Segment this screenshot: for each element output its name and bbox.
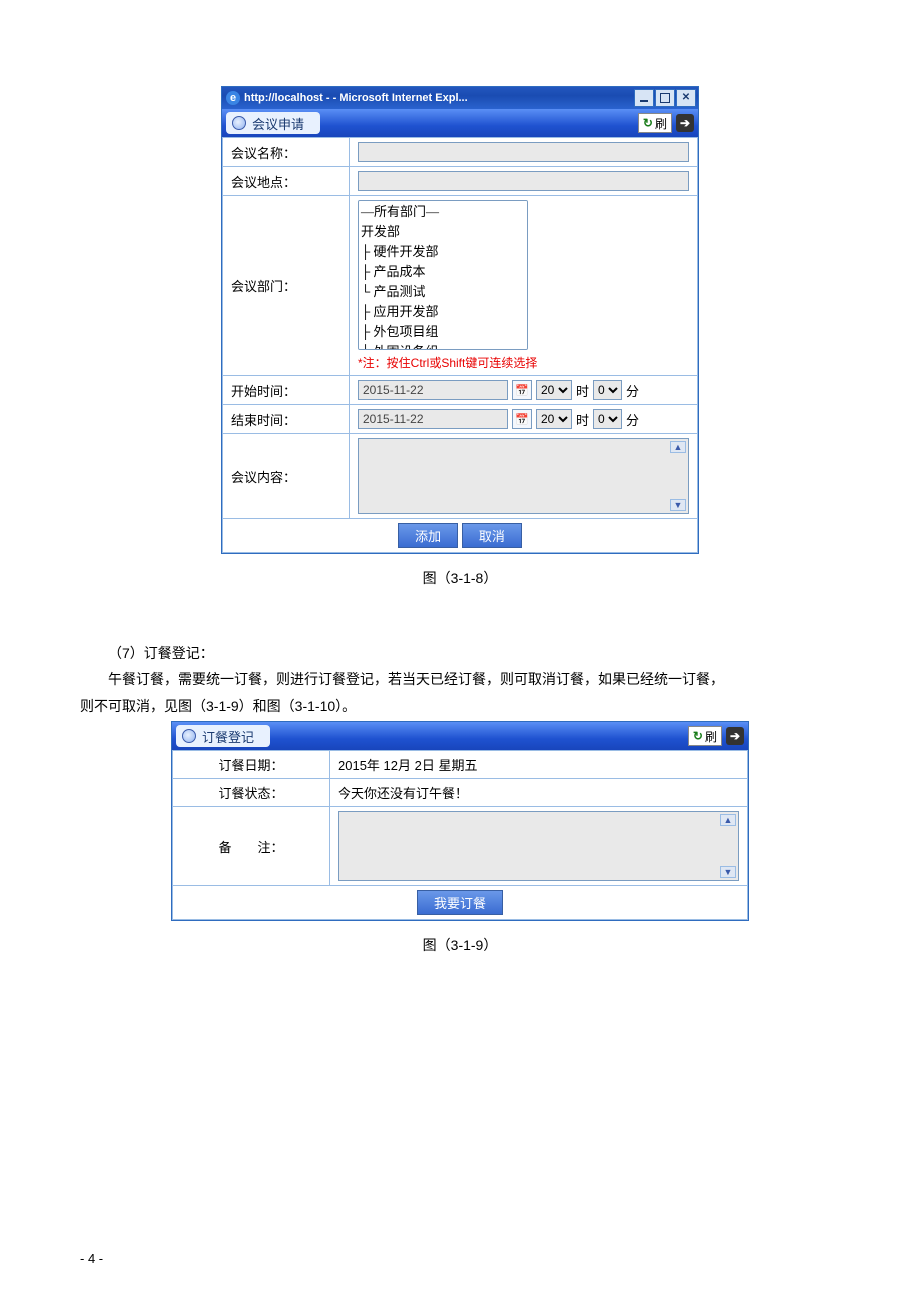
label-meeting-content: 会议内容： [223, 434, 350, 519]
ie-window: e http://localhost - - Microsoft Interne… [221, 86, 699, 554]
close-arrow-icon: ➔ [680, 116, 690, 130]
label-meal-date: 订餐日期： [173, 751, 330, 779]
module-tab[interactable]: 会议申请 [226, 112, 320, 134]
section-heading: （7）订餐登记： [80, 642, 840, 664]
ie-titlebar[interactable]: e http://localhost - - Microsoft Interne… [222, 87, 698, 109]
globe-icon [182, 729, 196, 743]
scroll-up-icon[interactable]: ▲ [670, 441, 686, 453]
meeting-name-input[interactable] [358, 142, 689, 162]
minute-unit: 分 [626, 410, 639, 429]
minute-unit: 分 [626, 381, 639, 400]
document-page: e http://localhost - - Microsoft Interne… [0, 0, 920, 1302]
cancel-button[interactable]: 取消 [462, 523, 522, 548]
dept-option[interactable]: └ 产品测试 [359, 281, 527, 301]
module-tab[interactable]: 订餐登记 [176, 725, 270, 747]
minimize-button[interactable] [634, 89, 654, 107]
meal-status-value: 今天你还没有订午餐！ [330, 779, 748, 807]
body-line-2: 则不可取消，见图（3-1-9）和图（3-1-10）。 [80, 695, 840, 717]
meal-form: 订餐日期： 2015年 12月 2日 星期五 订餐状态： 今天你还没有订午餐！ … [172, 750, 748, 920]
refresh-icon: ↻ [693, 729, 703, 744]
meeting-content-textarea[interactable]: ▲ ▼ [358, 438, 689, 514]
dept-option[interactable]: ├ 外包项目组 [359, 321, 527, 341]
window-controls [634, 89, 696, 107]
end-date-input[interactable] [358, 409, 508, 429]
meal-remark-textarea[interactable]: ▲ ▼ [338, 811, 739, 881]
refresh-label: 刷 [655, 115, 667, 132]
globe-icon [232, 116, 246, 130]
label-meeting-dept: 会议部门： [223, 196, 350, 376]
refresh-label: 刷 [705, 728, 717, 745]
end-hour-select[interactable]: 20 [536, 409, 572, 429]
calendar-icon[interactable]: 📅 [512, 409, 532, 429]
label-meal-remark: 备 注： [173, 807, 330, 886]
scroll-down-icon[interactable]: ▼ [720, 866, 736, 878]
module-close-button[interactable]: ➔ [726, 727, 744, 745]
dept-option[interactable]: 开发部 [359, 221, 527, 241]
label-end-time: 结束时间： [223, 405, 350, 434]
refresh-button[interactable]: ↻ 刷 [638, 113, 672, 133]
module-header: 会议申请 ↻ 刷 ➔ [222, 109, 698, 137]
dept-option[interactable]: ├ 硬件开发部 [359, 241, 527, 261]
start-minute-select[interactable]: 0 [593, 380, 622, 400]
label-meeting-place: 会议地点： [223, 167, 350, 196]
meal-date-value: 2015年 12月 2日 星期五 [330, 751, 748, 779]
figure-caption-2: 图（3-1-9） [80, 935, 840, 955]
calendar-icon[interactable]: 📅 [512, 380, 532, 400]
refresh-button[interactable]: ↻ 刷 [688, 726, 722, 746]
label-meal-status: 订餐状态： [173, 779, 330, 807]
label-meeting-name: 会议名称： [223, 138, 350, 167]
start-hour-select[interactable]: 20 [536, 380, 572, 400]
dept-option[interactable]: —所有部门— [359, 201, 527, 221]
dept-option[interactable]: ├ 产品成本 [359, 261, 527, 281]
scroll-down-icon[interactable]: ▼ [670, 499, 686, 511]
ie-body: 会议申请 ↻ 刷 ➔ 会议名称： 会议地 [222, 109, 698, 553]
maximize-button[interactable] [655, 89, 675, 107]
figure-caption-1: 图（3-1-8） [80, 568, 840, 588]
hour-unit: 时 [576, 381, 589, 400]
dept-note: *注：按住Ctrl或Shift键可连续选择 [358, 354, 689, 371]
module-close-button[interactable]: ➔ [676, 114, 694, 132]
close-arrow-icon: ➔ [730, 729, 740, 743]
order-meal-button[interactable]: 我要订餐 [417, 890, 503, 915]
scroll-up-icon[interactable]: ▲ [720, 814, 736, 826]
dept-option[interactable]: └ 外围设备组 [359, 341, 527, 350]
module-title: 会议申请 [252, 114, 304, 133]
module-header: 订餐登记 ↻ 刷 ➔ [172, 722, 748, 750]
meeting-form: 会议名称： 会议地点： 会议部门： —所有部门—开发部 ├ 硬件开发部 ├ 产品… [222, 137, 698, 553]
meal-module: 订餐登记 ↻ 刷 ➔ 订餐日期： 2015年 12月 2日 星期五 订餐状态： … [171, 721, 749, 921]
close-button[interactable] [676, 89, 696, 107]
ie-logo-icon: e [226, 91, 240, 105]
add-button[interactable]: 添加 [398, 523, 458, 548]
meeting-place-input[interactable] [358, 171, 689, 191]
dept-listbox[interactable]: —所有部门—开发部 ├ 硬件开发部 ├ 产品成本 └ 产品测试 ├ 应用开发部 … [358, 200, 528, 350]
hour-unit: 时 [576, 410, 589, 429]
page-number: - 4 - [80, 1251, 103, 1266]
start-date-input[interactable] [358, 380, 508, 400]
end-minute-select[interactable]: 0 [593, 409, 622, 429]
body-line-1: 午餐订餐，需要统一订餐，则进行订餐登记，若当天已经订餐，则可取消订餐，如果已经统… [80, 668, 840, 690]
ie-window-title: http://localhost - - Microsoft Internet … [244, 92, 634, 104]
module-title: 订餐登记 [202, 727, 254, 746]
refresh-icon: ↻ [643, 116, 653, 131]
dept-option[interactable]: ├ 应用开发部 [359, 301, 527, 321]
label-start-time: 开始时间： [223, 376, 350, 405]
